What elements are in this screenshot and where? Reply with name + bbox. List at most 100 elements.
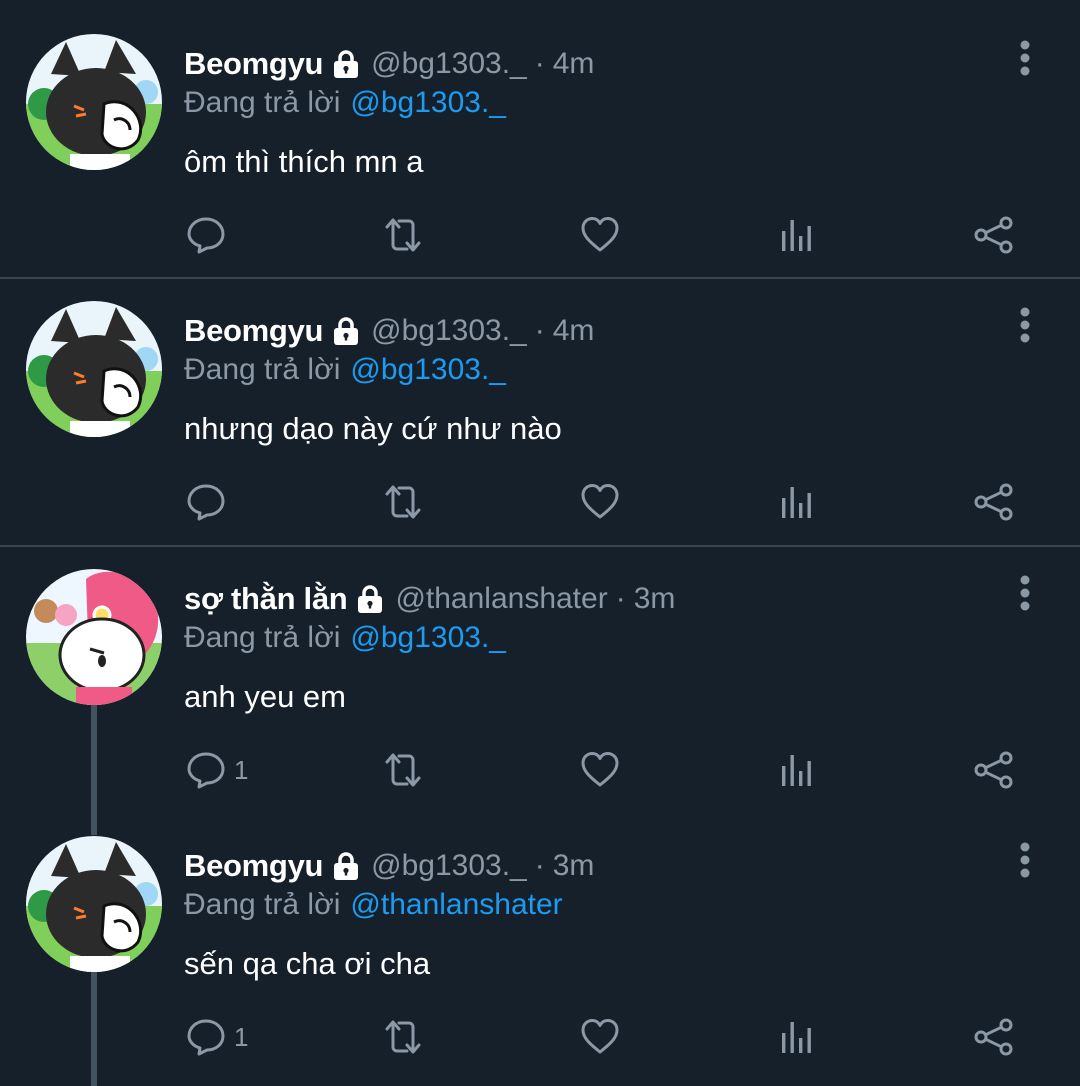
black-bunny-avatar-image <box>26 34 162 170</box>
views-button[interactable] <box>777 477 817 527</box>
like-button[interactable] <box>580 477 620 527</box>
like-button[interactable] <box>580 1012 620 1062</box>
divider <box>0 545 1080 547</box>
tweet-header: Beomgyu @bg1303._ · 3m <box>184 842 594 890</box>
more-icon[interactable] <box>1010 301 1040 349</box>
tweet[interactable]: Beomgyu @bg1303._ · 3m Đang trả lời @tha… <box>0 836 1080 1086</box>
tweet[interactable]: Beomgyu @bg1303._ · 4m Đang trả lời @bg1… <box>0 301 1080 545</box>
more-icon[interactable] <box>1010 569 1040 617</box>
display-name[interactable]: Beomgyu <box>184 848 323 884</box>
share-icon <box>972 1017 1016 1057</box>
reply-icon <box>186 482 226 522</box>
like-button[interactable] <box>580 210 620 260</box>
reply-button[interactable] <box>186 477 234 527</box>
mention-link[interactable]: @bg1303._ <box>350 353 506 387</box>
views-button[interactable] <box>777 210 817 260</box>
like-button[interactable] <box>580 745 620 795</box>
tweet-text: anh yeu em <box>184 679 346 714</box>
mention-link[interactable]: @bg1303._ <box>350 621 506 655</box>
black-bunny-avatar-image <box>26 836 162 972</box>
reply-icon <box>186 750 226 790</box>
tweet-text: ôm thì thích mn a <box>184 144 424 179</box>
tweet-actions <box>0 210 1080 260</box>
divider <box>0 277 1080 279</box>
more-icon[interactable] <box>1010 836 1040 884</box>
mention-link[interactable]: @bg1303._ <box>350 86 506 120</box>
share-icon <box>972 215 1016 255</box>
retweet-button[interactable] <box>381 477 425 527</box>
replying-label: Đang trả lời <box>184 353 341 386</box>
tweet-header: sợ thằn lằn @thanlanshater · 3m <box>184 575 675 623</box>
reply-count: 1 <box>234 1021 249 1052</box>
timestamp[interactable]: 3m <box>634 582 676 616</box>
lock-icon <box>331 851 361 881</box>
share-button[interactable] <box>972 745 1016 795</box>
lock-icon <box>331 316 361 346</box>
mention-link[interactable]: @thanlanshater <box>350 888 562 922</box>
views-icon <box>777 215 817 255</box>
replying-to: Đang trả lời @bg1303._ <box>184 617 506 659</box>
reply-icon <box>186 1017 226 1057</box>
tweet-text: sến qa cha ơi cha <box>184 946 431 981</box>
replying-label: Đang trả lời <box>184 86 341 119</box>
username[interactable]: @bg1303._ <box>371 849 527 883</box>
like-icon <box>580 750 620 790</box>
separator-dot: · <box>534 314 545 347</box>
reply-button[interactable]: 1 <box>186 1012 248 1062</box>
retweet-button[interactable] <box>381 210 425 260</box>
avatar[interactable] <box>26 34 162 170</box>
tweet-actions <box>0 477 1080 527</box>
views-button[interactable] <box>777 1012 817 1062</box>
timestamp[interactable]: 4m <box>553 47 595 81</box>
views-icon <box>777 750 817 790</box>
black-bunny-avatar-image <box>26 301 162 437</box>
avatar[interactable] <box>26 569 162 705</box>
tweet[interactable]: Beomgyu @bg1303._ · 4m Đang trả lời @bg1… <box>0 34 1080 278</box>
share-button[interactable] <box>972 210 1016 260</box>
avatar[interactable] <box>26 301 162 437</box>
replying-label: Đang trả lời <box>184 888 341 921</box>
tweet[interactable]: sợ thằn lằn @thanlanshater · 3m Đang trả… <box>0 569 1080 813</box>
more-icon[interactable] <box>1010 34 1040 82</box>
retweet-icon <box>381 750 425 790</box>
like-icon <box>580 215 620 255</box>
share-icon <box>972 482 1016 522</box>
retweet-icon <box>381 482 425 522</box>
retweet-button[interactable] <box>381 1012 425 1062</box>
tweet-feed: Beomgyu @bg1303._ · 4m Đang trả lời @bg1… <box>0 0 1080 1086</box>
tweet-actions: 1 <box>0 1012 1080 1062</box>
retweet-button[interactable] <box>381 745 425 795</box>
display-name[interactable]: sợ thằn lằn <box>184 581 348 617</box>
username[interactable]: @bg1303._ <box>371 47 527 81</box>
timestamp[interactable]: 3m <box>553 849 595 883</box>
tweet-header: Beomgyu @bg1303._ · 4m <box>184 40 594 88</box>
replying-to: Đang trả lời @bg1303._ <box>184 349 506 391</box>
reply-count: 1 <box>234 754 249 785</box>
share-button[interactable] <box>972 477 1016 527</box>
retweet-icon <box>381 215 425 255</box>
lock-icon <box>355 584 385 614</box>
display-name[interactable]: Beomgyu <box>184 46 323 82</box>
reply-icon <box>186 215 226 255</box>
replying-to: Đang trả lời @bg1303._ <box>184 82 506 124</box>
reply-button[interactable]: 1 <box>186 745 248 795</box>
share-button[interactable] <box>972 1012 1016 1062</box>
views-icon <box>777 482 817 522</box>
views-button[interactable] <box>777 745 817 795</box>
pink-bunny-avatar-image <box>26 569 162 705</box>
reply-button[interactable] <box>186 210 234 260</box>
display-name[interactable]: Beomgyu <box>184 313 323 349</box>
share-icon <box>972 750 1016 790</box>
username[interactable]: @thanlanshater <box>395 582 607 616</box>
views-icon <box>777 1017 817 1057</box>
tweet-actions: 1 <box>0 745 1080 795</box>
timestamp[interactable]: 4m <box>553 314 595 348</box>
lock-icon <box>331 49 361 79</box>
tweet-text: nhưng dạo này cứ như nào <box>184 411 562 446</box>
username[interactable]: @bg1303._ <box>371 314 527 348</box>
separator-dot: · <box>534 849 545 882</box>
retweet-icon <box>381 1017 425 1057</box>
separator-dot: · <box>615 582 626 615</box>
avatar[interactable] <box>26 836 162 972</box>
separator-dot: · <box>534 47 545 80</box>
